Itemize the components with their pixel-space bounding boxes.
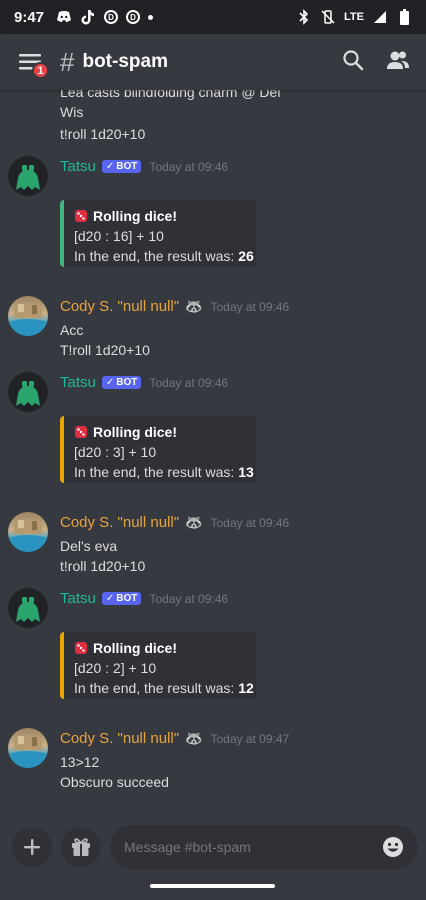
embed-result-label: In the end, the result was:	[74, 680, 239, 696]
message-text: Del's eva	[60, 538, 118, 554]
embed-title: Rolling dice!	[74, 640, 246, 656]
message-text: Wis	[60, 104, 84, 120]
message-composer: Message #bot-spam	[0, 815, 426, 900]
add-attachment-button[interactable]	[12, 827, 52, 867]
message-text: 13>12	[60, 754, 100, 770]
bot-tag: ✓ BOT	[101, 160, 142, 173]
status-bar: 9:47 D D LTE	[0, 0, 426, 34]
bot-tag: ✓ BOT	[101, 376, 142, 389]
channel-name: bot-spam	[82, 51, 168, 72]
battery-icon	[396, 9, 412, 25]
embed-result-label: In the end, the result was:	[74, 248, 239, 264]
embed-result: In the end, the result was: 13	[74, 464, 254, 480]
embed-result-value: 12	[238, 680, 254, 696]
embed-roll: [d20 : 2] + 10	[74, 660, 157, 676]
avatar[interactable]	[8, 296, 48, 336]
dice-icon	[75, 210, 87, 222]
avatar[interactable]	[8, 372, 48, 412]
embed-roll: [d20 : 16] + 10	[74, 228, 164, 244]
check-icon: ✓	[105, 593, 115, 604]
more-notifications-dot	[148, 14, 154, 20]
message-list[interactable]: Lea casts blindfolding charm @ Del Wis t…	[0, 90, 426, 815]
menu-button[interactable]: 1	[16, 48, 49, 79]
app-notification-icon: D	[104, 10, 119, 24]
message-input-placeholder: Message #bot-spam	[124, 839, 251, 855]
embed-result-value: 13	[238, 464, 254, 480]
plus-icon	[24, 839, 40, 855]
embed: Rolling dice! [d20 : 2] + 10 In the end,…	[60, 632, 256, 699]
avatar[interactable]	[8, 588, 48, 628]
timestamp: Today at 09:47	[210, 731, 290, 746]
gift-button[interactable]	[61, 827, 101, 867]
dice-icon	[75, 642, 87, 654]
notification-icons: D D	[56, 9, 154, 25]
emoji-icon[interactable]	[382, 836, 404, 858]
bot-tag-label: BOT	[116, 593, 138, 604]
embed: Rolling dice! [d20 : 16] + 10 In the end…	[60, 200, 256, 267]
timestamp: Today at 09:46	[149, 591, 229, 606]
status-time: 9:47	[14, 8, 45, 26]
bot-tag: ✓ BOT	[101, 592, 142, 605]
avatar[interactable]	[8, 156, 48, 196]
username[interactable]: Tatsu	[60, 590, 96, 607]
gift-icon	[72, 838, 90, 856]
username[interactable]: Tatsu	[60, 158, 96, 175]
role-icon: 🦝	[185, 514, 203, 530]
tiktok-icon	[80, 9, 96, 25]
timestamp: Today at 09:46	[149, 375, 229, 390]
username[interactable]: Cody S. "null null"	[60, 514, 179, 531]
system-icons: LTE	[296, 9, 412, 25]
embed-title: Rolling dice!	[74, 424, 246, 440]
role-icon: 🦝	[185, 730, 203, 746]
username[interactable]: Cody S. "null null"	[60, 730, 179, 747]
channel-hash-icon: #	[60, 46, 75, 77]
message-text: Acc	[60, 322, 84, 338]
bot-tag-label: BOT	[116, 161, 138, 172]
embed-result: In the end, the result was: 26	[74, 248, 254, 264]
dice-icon	[75, 426, 87, 438]
signal-icon	[372, 9, 388, 25]
discord-notification-icon	[56, 9, 72, 25]
timestamp: Today at 09:46	[149, 159, 229, 174]
message-text: t!roll 1d20+10	[60, 558, 146, 574]
embed-title-text: Rolling dice!	[93, 424, 177, 440]
members-icon	[387, 51, 409, 69]
message-text: T!roll 1d20+10	[60, 342, 150, 358]
channel-header: 1 # bot-spam	[0, 34, 426, 90]
role-icon: 🦝	[185, 298, 203, 314]
embed-result-value: 26	[238, 248, 254, 264]
avatar[interactable]	[8, 512, 48, 552]
avatar[interactable]	[8, 728, 48, 768]
lte-label: LTE	[344, 11, 364, 23]
embed-result: In the end, the result was: 12	[74, 680, 254, 696]
search-icon	[343, 49, 364, 70]
embed-title-text: Rolling dice!	[93, 208, 177, 224]
embed-title: Rolling dice!	[74, 208, 246, 224]
vibrate-mute-icon	[320, 9, 336, 25]
message-input[interactable]: Message #bot-spam	[110, 825, 418, 869]
app-notification-icon-2: D	[126, 10, 141, 24]
username[interactable]: Cody S. "null null"	[60, 298, 179, 315]
embed: Rolling dice! [d20 : 3] + 10 In the end,…	[60, 416, 256, 483]
timestamp: Today at 09:46	[210, 299, 290, 314]
timestamp: Today at 09:46	[210, 515, 290, 530]
search-button[interactable]	[342, 49, 364, 76]
message-text: Obscuro succeed	[60, 774, 169, 790]
username[interactable]: Tatsu	[60, 374, 96, 391]
unread-badge: 1	[32, 62, 49, 79]
message-text: Lea casts blindfolding charm @ Del	[60, 90, 281, 100]
message-text: t!roll 1d20+10	[60, 126, 146, 142]
members-button[interactable]	[386, 49, 410, 76]
bluetooth-icon	[296, 9, 312, 25]
check-icon: ✓	[105, 377, 115, 388]
check-icon: ✓	[105, 161, 115, 172]
embed-title-text: Rolling dice!	[93, 640, 177, 656]
home-indicator[interactable]	[150, 884, 275, 888]
embed-roll: [d20 : 3] + 10	[74, 444, 157, 460]
bot-tag-label: BOT	[116, 377, 138, 388]
embed-result-label: In the end, the result was:	[74, 464, 239, 480]
